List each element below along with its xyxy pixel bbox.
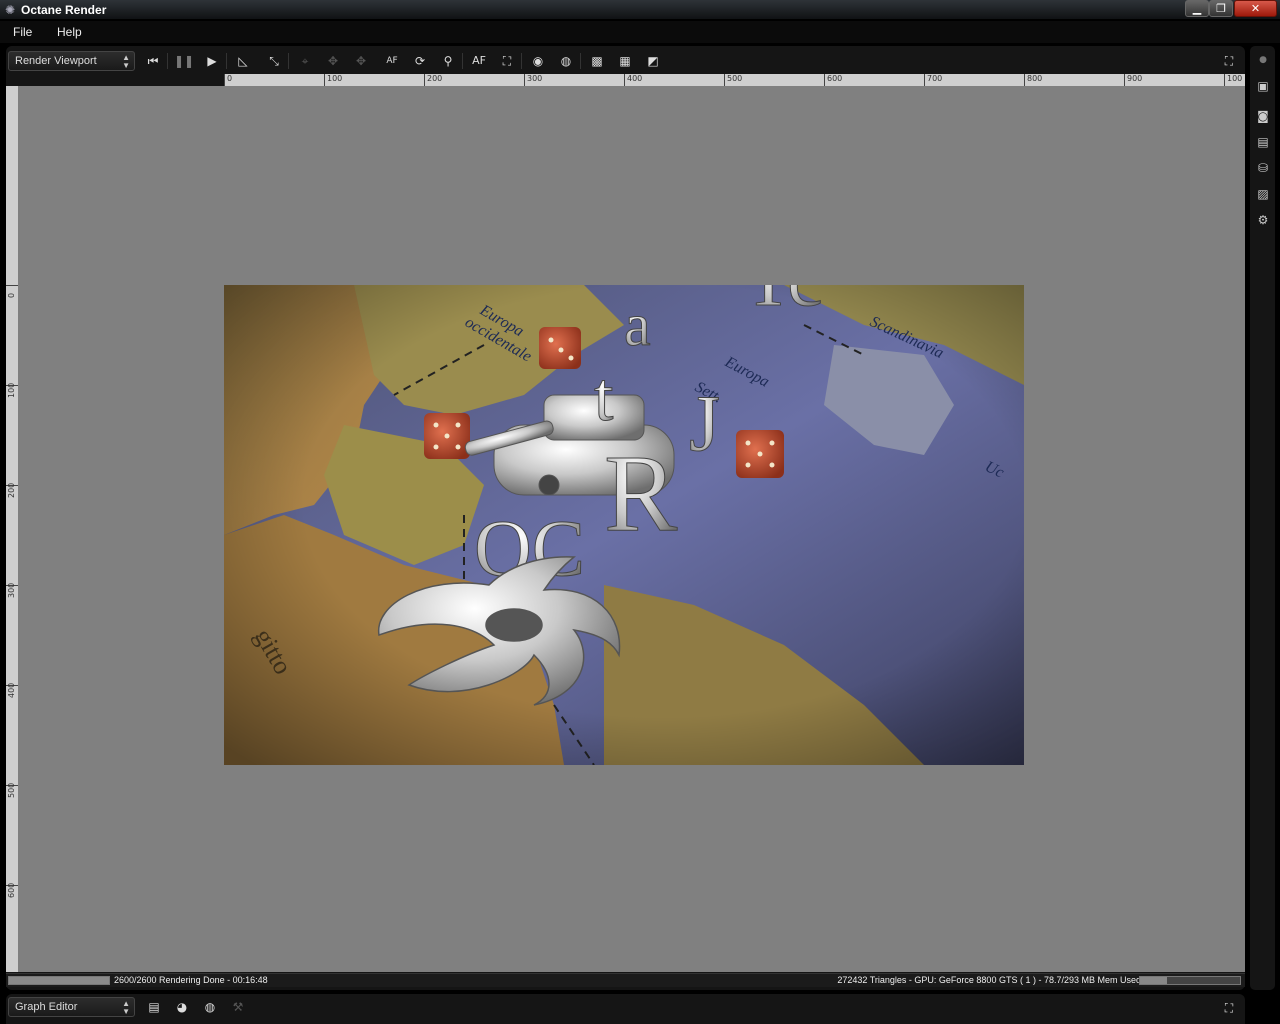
viewport-selector[interactable]: Render Viewport ▲ ▼ xyxy=(8,51,135,71)
checker-large-icon[interactable]: ◩ xyxy=(643,52,663,70)
dot-icon[interactable]: ● xyxy=(1254,52,1272,68)
render-image: Europa occidentale Sett. Europa Scandina… xyxy=(224,285,1024,765)
ruler-x-tick: 100 xyxy=(1224,74,1242,86)
ruler-x-tick: 700 xyxy=(924,74,942,86)
autofocus-icon[interactable]: AF xyxy=(382,52,402,70)
pick-material-icon[interactable]: ✥ xyxy=(323,52,343,70)
ruler-x-tick: 800 xyxy=(1024,74,1042,86)
memory-usage-bar xyxy=(1139,976,1241,985)
svg-text:Tc: Tc xyxy=(744,285,823,323)
ruler-x-tick: 200 xyxy=(424,74,442,86)
ruler-x-tick: 600 xyxy=(824,74,842,86)
svg-text:a: a xyxy=(624,292,651,358)
ruler-y-tick: 500 xyxy=(6,782,18,798)
ruler-y-tick: 200 xyxy=(6,482,18,498)
minimize-button[interactable]: ▁ xyxy=(1185,0,1209,17)
ruler-x-tick: 100 xyxy=(324,74,342,86)
ruler-x-tick: 300 xyxy=(524,74,542,86)
svg-text:J: J xyxy=(689,380,720,468)
svg-text:R: R xyxy=(604,432,678,554)
graph-editor-selector-value: Graph Editor xyxy=(15,1001,78,1013)
maximize-button[interactable]: ❐ xyxy=(1209,0,1233,17)
menu-bar: File Help xyxy=(0,21,1280,43)
svg-text:t: t xyxy=(594,359,614,436)
sphere-icon[interactable]: ◉ xyxy=(528,52,548,70)
af-icon[interactable]: AF xyxy=(469,52,489,70)
octane-logo-icon: ✺ xyxy=(4,3,16,17)
play-icon[interactable]: ▶ xyxy=(202,52,222,70)
viewport-selector-value: Render Viewport xyxy=(15,55,97,67)
ruler-y-tick: 100 xyxy=(6,382,18,398)
restart-icon[interactable]: ⏮ xyxy=(143,52,163,70)
ruler-x-tick: 500 xyxy=(724,74,742,86)
checker-fine-icon[interactable]: ▩ xyxy=(587,52,607,70)
sphere-node-icon[interactable]: ◍ xyxy=(200,998,220,1016)
reset-camera-icon[interactable]: ⟳ xyxy=(410,52,430,70)
pause-icon[interactable]: ❚❚ xyxy=(174,52,194,70)
database-icon[interactable]: ⛁ xyxy=(1254,160,1272,176)
save-node-icon[interactable]: ▤ xyxy=(144,998,164,1016)
graph-editor-selector[interactable]: Graph Editor ▲ ▼ xyxy=(8,997,135,1017)
region-icon[interactable]: ◺ xyxy=(233,52,253,70)
zoom-fit-icon[interactable]: ⤡ xyxy=(264,52,284,70)
pick-object-icon[interactable]: ✥ xyxy=(351,52,371,70)
ruler-y-tick: 600 xyxy=(6,882,18,898)
render-canvas[interactable]: Europa occidentale Sett. Europa Scandina… xyxy=(18,86,1245,972)
pick-white-point-icon[interactable]: ⚲ xyxy=(438,52,458,70)
graph-editor-panel: Graph Editor ▲ ▼ ▤ ◕ ◍ ⚒ ⛶ xyxy=(6,994,1245,1024)
rendered-scene: Europa occidentale Sett. Europa Scandina… xyxy=(224,285,1024,765)
checker-icon[interactable]: ▦ xyxy=(615,52,635,70)
material-icon[interactable]: ◕ xyxy=(172,998,192,1016)
ruler-vertical: 0 100 200 300 400 500 600 xyxy=(6,86,18,972)
fullscreen-icon[interactable]: ⛶ xyxy=(1219,52,1239,70)
gpu-status-text: 272432 Triangles - GPU: GeForce 8800 GTS… xyxy=(837,975,1141,985)
texture-icon[interactable]: ⛶ xyxy=(497,52,517,70)
ruler-x-tick: 900 xyxy=(1124,74,1142,86)
camera-icon[interactable]: ◙ xyxy=(1254,108,1272,124)
render-status-text: 2600/2600 Rendering Done - 00:16:48 xyxy=(114,975,268,985)
menu-help[interactable]: Help xyxy=(57,24,82,40)
updown-arrows-icon: ▲ ▼ xyxy=(122,999,130,1016)
ruler-y-tick: 400 xyxy=(6,682,18,698)
close-button[interactable]: ✕ xyxy=(1234,0,1277,17)
ruler-horizontal: 0 100 200 300 400 500 600 700 800 900 100 xyxy=(224,74,1245,86)
pick-focus-icon[interactable]: ⌖ xyxy=(295,52,315,70)
viewport-toolbar: Render Viewport ▲ ▼ ⏮ ❚❚ ▶ ◺ ⤡ ⌖ ✥ ✥ AF ⟳… xyxy=(6,48,1245,74)
render-progress-bar xyxy=(8,976,110,985)
updown-arrows-icon: ▲ ▼ xyxy=(122,53,130,70)
ruler-y-tick: 0 xyxy=(6,285,18,298)
image-icon[interactable]: ▣ xyxy=(1254,78,1272,94)
disabled-node-icon[interactable]: ⚒ xyxy=(228,998,248,1016)
layers-icon[interactable]: ▤ xyxy=(1254,134,1272,150)
ruler-y-tick: 300 xyxy=(6,582,18,598)
memory-usage-fill xyxy=(1140,977,1167,984)
sphere-flat-icon[interactable]: ◍ xyxy=(556,52,576,70)
status-bar: 2600/2600 Rendering Done - 00:16:48 2724… xyxy=(6,973,1245,987)
menu-file[interactable]: File xyxy=(13,24,32,40)
render-progress-fill xyxy=(9,977,109,984)
ruler-x-tick: 400 xyxy=(624,74,642,86)
right-sidebar: ● ▣ ◙ ▤ ⛁ ▨ ⚙ xyxy=(1250,46,1275,990)
picture-icon[interactable]: ▨ xyxy=(1254,186,1272,202)
title-bar: ✺ Octane Render ▁ ❐ ✕ xyxy=(0,0,1280,20)
ruler-x-tick: 0 xyxy=(224,74,232,86)
render-viewport-panel: Render Viewport ▲ ▼ ⏮ ❚❚ ▶ ◺ ⤡ ⌖ ✥ ✥ AF ⟳… xyxy=(6,46,1245,990)
window-title: Octane Render xyxy=(21,3,107,17)
settings-icon[interactable]: ⚙ xyxy=(1254,212,1272,228)
fullscreen-icon[interactable]: ⛶ xyxy=(1219,999,1239,1017)
